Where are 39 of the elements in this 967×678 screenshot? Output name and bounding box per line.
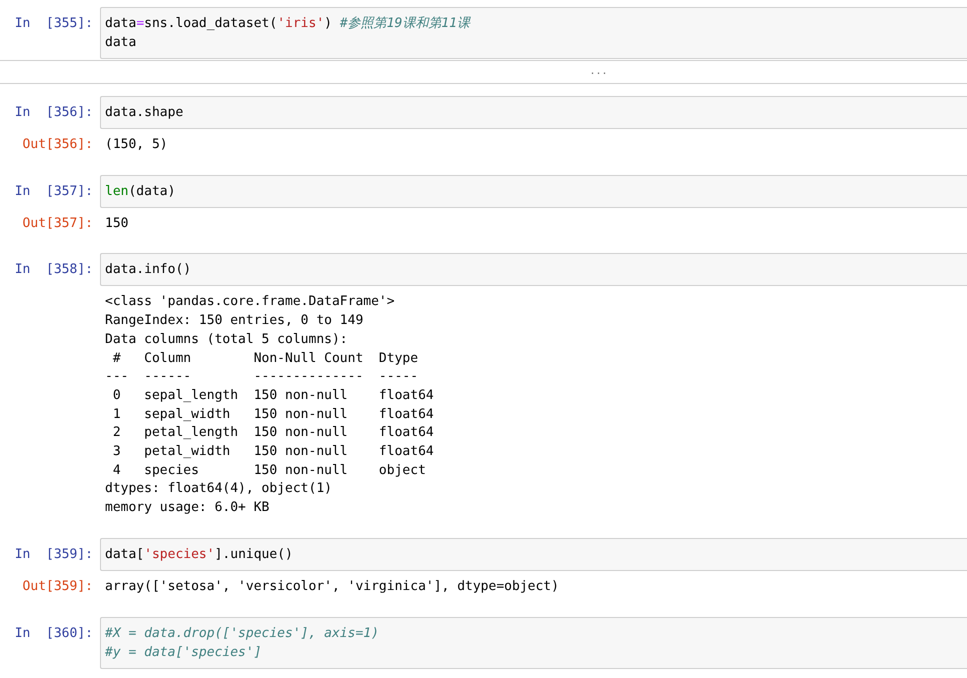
code-line: #X = data.drop(['species'], axis=1) bbox=[105, 624, 379, 643]
input-prompt: In [355]: bbox=[14, 15, 93, 33]
output-prompt: Out[357]: bbox=[22, 214, 93, 233]
output-line: 4 species 150 non-null object bbox=[112, 462, 427, 480]
input-prompt: In [359]: bbox=[14, 546, 93, 564]
output-line: # Column Non-Null Count Dtype bbox=[112, 350, 420, 368]
output-line: 1 sepal_width 150 non-null float64 bbox=[112, 406, 434, 424]
output-line: RangeIndex: 150 entries, 0 to 149 bbox=[105, 312, 364, 330]
output-line: 2 petal_length 150 non-null float64 bbox=[112, 424, 434, 442]
code-line: data bbox=[105, 34, 136, 52]
code-cell[interactable]: len(data) bbox=[100, 174, 967, 208]
code-line: data.shape bbox=[105, 104, 184, 122]
code-cell[interactable]: data['species'].unique() bbox=[100, 538, 967, 571]
input-prompt: In [358]: bbox=[14, 261, 93, 280]
output-line: array(['setosa', 'versicolor', 'virginica'], dtype=object) bbox=[105, 578, 559, 596]
output-prompt: Out[359]: bbox=[22, 578, 93, 596]
input-prompt: In [360]: bbox=[14, 624, 93, 643]
code-cell[interactable]: data=sns.load_dataset('iris') #参照第19课和第11课 data bbox=[100, 7, 967, 59]
collapsed-output-marker[interactable]: ... bbox=[589, 67, 608, 77]
output-line: 0 sepal_length 150 non-null float64 bbox=[112, 386, 434, 405]
code-cell[interactable]: data.shape bbox=[100, 96, 967, 129]
code-line: data['species'].unique() bbox=[105, 546, 293, 564]
code-line: #y = data['species'] bbox=[105, 644, 262, 662]
code-cell[interactable]: #X = data.drop(['species'], axis=1) #y = data['species'] bbox=[100, 616, 967, 669]
code-line: data.info() bbox=[105, 261, 192, 280]
code-line: len(data) bbox=[105, 182, 176, 201]
output-line: dtypes: float64(4), object(1) bbox=[105, 480, 332, 498]
code-line: data=sns.load_dataset('iris') #参照第19课和第11课 bbox=[105, 15, 470, 33]
input-prompt: In [356]: bbox=[14, 104, 93, 122]
input-prompt: In [357]: bbox=[14, 182, 93, 201]
output-line: <class 'pandas.core.frame.DataFrame'> bbox=[105, 293, 395, 312]
output-line: 150 bbox=[105, 214, 128, 233]
output-line: memory usage: 6.0+ KB bbox=[105, 499, 270, 518]
output-line: --- ------ -------------- ----- bbox=[105, 368, 420, 386]
output-line: Data columns (total 5 columns): bbox=[105, 330, 348, 349]
output-line: 3 petal_width 150 non-null float64 bbox=[112, 443, 434, 462]
output-line: (150, 5) bbox=[105, 136, 168, 154]
output-prompt: Out[356]: bbox=[22, 136, 93, 154]
code-cell[interactable]: data.info() bbox=[100, 253, 967, 286]
